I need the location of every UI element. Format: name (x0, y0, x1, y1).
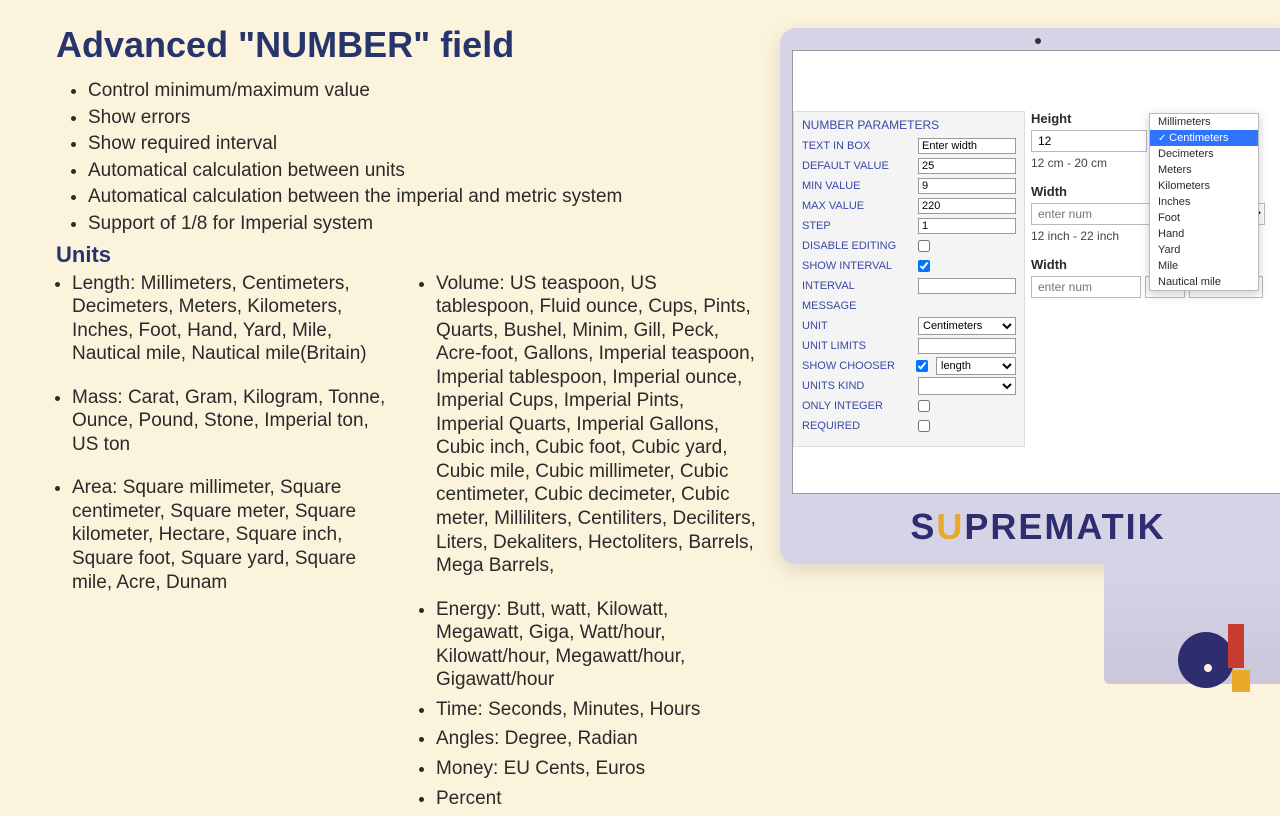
monitor-mockup: NUMBER PARAMETERS TEXT IN BOX DEFAULT VA… (780, 28, 1280, 684)
unit-select[interactable]: Centimeters (918, 317, 1016, 335)
brand-logo-icon (1178, 624, 1250, 696)
unit-category: Mass: Carat, Gram, Kilogram, Tonne, Ounc… (72, 386, 392, 457)
unit-category: Volume: US teaspoon, US tablespoon, Flui… (436, 272, 756, 578)
unit-label: UNIT (802, 320, 912, 332)
units-heading: Units (56, 242, 756, 268)
dropdown-option[interactable]: Yard (1150, 242, 1258, 258)
show-chooser-label: SHOW CHOOSER (802, 360, 912, 372)
feature-item: Support of 1/8 for Imperial system (88, 211, 756, 238)
unit-category: Percent (436, 787, 756, 811)
min-value-input[interactable] (918, 178, 1016, 194)
step-input[interactable] (918, 218, 1016, 234)
feature-item: Automatical calculation between the impe… (88, 184, 756, 211)
show-interval-checkbox[interactable] (918, 260, 930, 272)
dropdown-option[interactable]: Meters (1150, 162, 1258, 178)
unit-category: Area: Square millimeter, Square centimet… (72, 476, 392, 594)
dropdown-option[interactable]: Decimeters (1150, 146, 1258, 162)
unit-category: Angles: Degree, Radian (436, 727, 756, 751)
unit-limits-input[interactable] (918, 338, 1016, 354)
camera-dot (1035, 38, 1041, 44)
step-label: STEP (802, 220, 912, 232)
unit-category: Money: EU Cents, Euros (436, 757, 756, 781)
width1-input[interactable] (1031, 203, 1151, 225)
panel-heading: NUMBER PARAMETERS (802, 118, 1016, 132)
disable-editing-label: DISABLE EDITING (802, 240, 912, 252)
only-integer-checkbox[interactable] (918, 400, 930, 412)
unit-limits-label: UNIT LIMITS (802, 340, 912, 352)
unit-category: Length: Millimeters, Centimeters, Decime… (72, 272, 392, 366)
dropdown-option[interactable]: Centimeters (1150, 130, 1258, 146)
monitor-brand: SUPREMATIK (792, 506, 1280, 548)
width2-input[interactable] (1031, 276, 1141, 298)
required-checkbox[interactable] (918, 420, 930, 432)
feature-item: Show errors (88, 105, 756, 132)
max-value-input[interactable] (918, 198, 1016, 214)
only-integer-label: ONLY INTEGER (802, 400, 912, 412)
interval-label: INTERVAL (802, 280, 912, 292)
min-value-label: MIN VALUE (802, 180, 912, 192)
feature-list: Control minimum/maximum value Show error… (88, 78, 756, 238)
dropdown-option[interactable]: Foot (1150, 210, 1258, 226)
screen: NUMBER PARAMETERS TEXT IN BOX DEFAULT VA… (792, 50, 1280, 494)
dropdown-option[interactable]: Inches (1150, 194, 1258, 210)
disable-editing-checkbox[interactable] (918, 240, 930, 252)
dropdown-option[interactable]: Millimeters (1150, 114, 1258, 130)
height-input[interactable] (1031, 130, 1147, 152)
chooser-kind-select[interactable]: length (936, 357, 1016, 375)
default-value-input[interactable] (918, 158, 1016, 174)
parameters-panel: NUMBER PARAMETERS TEXT IN BOX DEFAULT VA… (793, 111, 1025, 447)
unit-category: Time: Seconds, Minutes, Hours (436, 698, 756, 722)
page-title: Advanced "NUMBER" field (56, 24, 756, 66)
dropdown-option[interactable]: Nautical mile (1150, 274, 1258, 290)
dropdown-option[interactable]: Hand (1150, 226, 1258, 242)
feature-item: Show required interval (88, 131, 756, 158)
max-value-label: MAX VALUE (802, 200, 912, 212)
required-label: REQUIRED (802, 420, 912, 432)
default-value-label: DEFAULT VALUE (802, 160, 912, 172)
feature-item: Automatical calculation between units (88, 158, 756, 185)
message-label: MESSAGE (802, 300, 912, 312)
feature-item: Control minimum/maximum value (88, 78, 756, 105)
dropdown-option[interactable]: Mile (1150, 258, 1258, 274)
units-kind-select[interactable] (918, 377, 1016, 395)
text-in-box-label: TEXT IN BOX (802, 140, 912, 152)
unit-dropdown[interactable]: MillimetersCentimetersDecimetersMetersKi… (1149, 113, 1259, 291)
units-kind-label: UNITS KIND (802, 380, 912, 392)
text-in-box-input[interactable] (918, 138, 1016, 154)
interval-input[interactable] (918, 278, 1016, 294)
show-interval-label: SHOW INTERVAL (802, 260, 912, 272)
unit-category: Energy: Butt, watt, Kilowatt, Megawatt, … (436, 598, 756, 692)
dropdown-option[interactable]: Kilometers (1150, 178, 1258, 194)
show-chooser-checkbox[interactable] (916, 360, 928, 372)
